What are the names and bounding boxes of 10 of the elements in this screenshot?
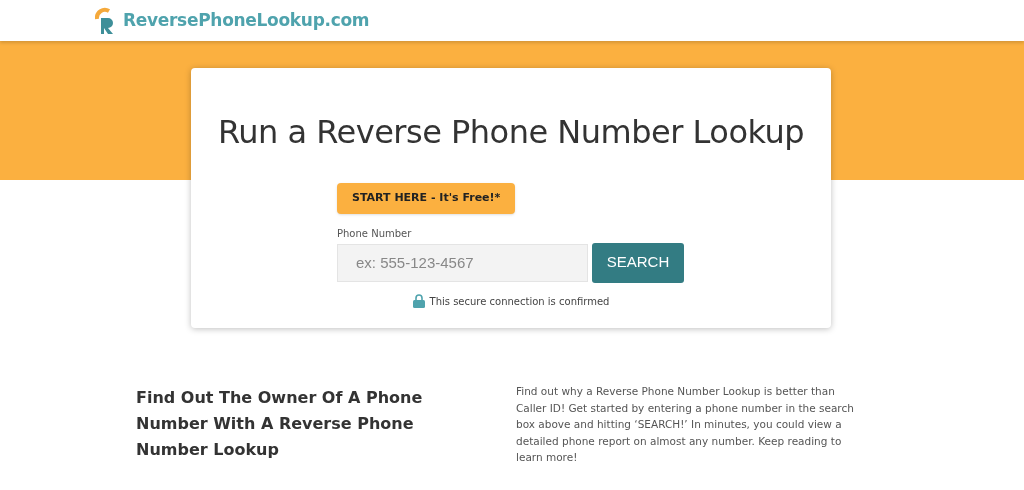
field-label: Phone Number: [337, 226, 413, 241]
phone-input[interactable]: ex: 555-123-4567: [337, 243, 588, 282]
callout-badge: START HERE - It's Free!*: [337, 183, 516, 214]
lock-icon: [412, 294, 425, 308]
page-title: Run a Reverse Phone Number Lookup: [217, 112, 805, 153]
search-button[interactable]: SEARCH: [592, 242, 684, 283]
secure-note: This secure connection is confirmed: [429, 294, 610, 309]
section-heading: Find Out The Owner Of A Phone Number With A Reverse Phone Number Lookup: [136, 387, 424, 461]
logo-text[interactable]: ReversePhoneLookup.com: [123, 7, 370, 34]
intro-paragraph: Find out why a Reverse Phone Number Lookup is better than Caller ID! Get started by entering a phone number in the search box above and hitting ‘SEARCH!’ In minutes, you could view a detailed phone report on almost any number. Keep reading to learn more!: [516, 384, 855, 465]
